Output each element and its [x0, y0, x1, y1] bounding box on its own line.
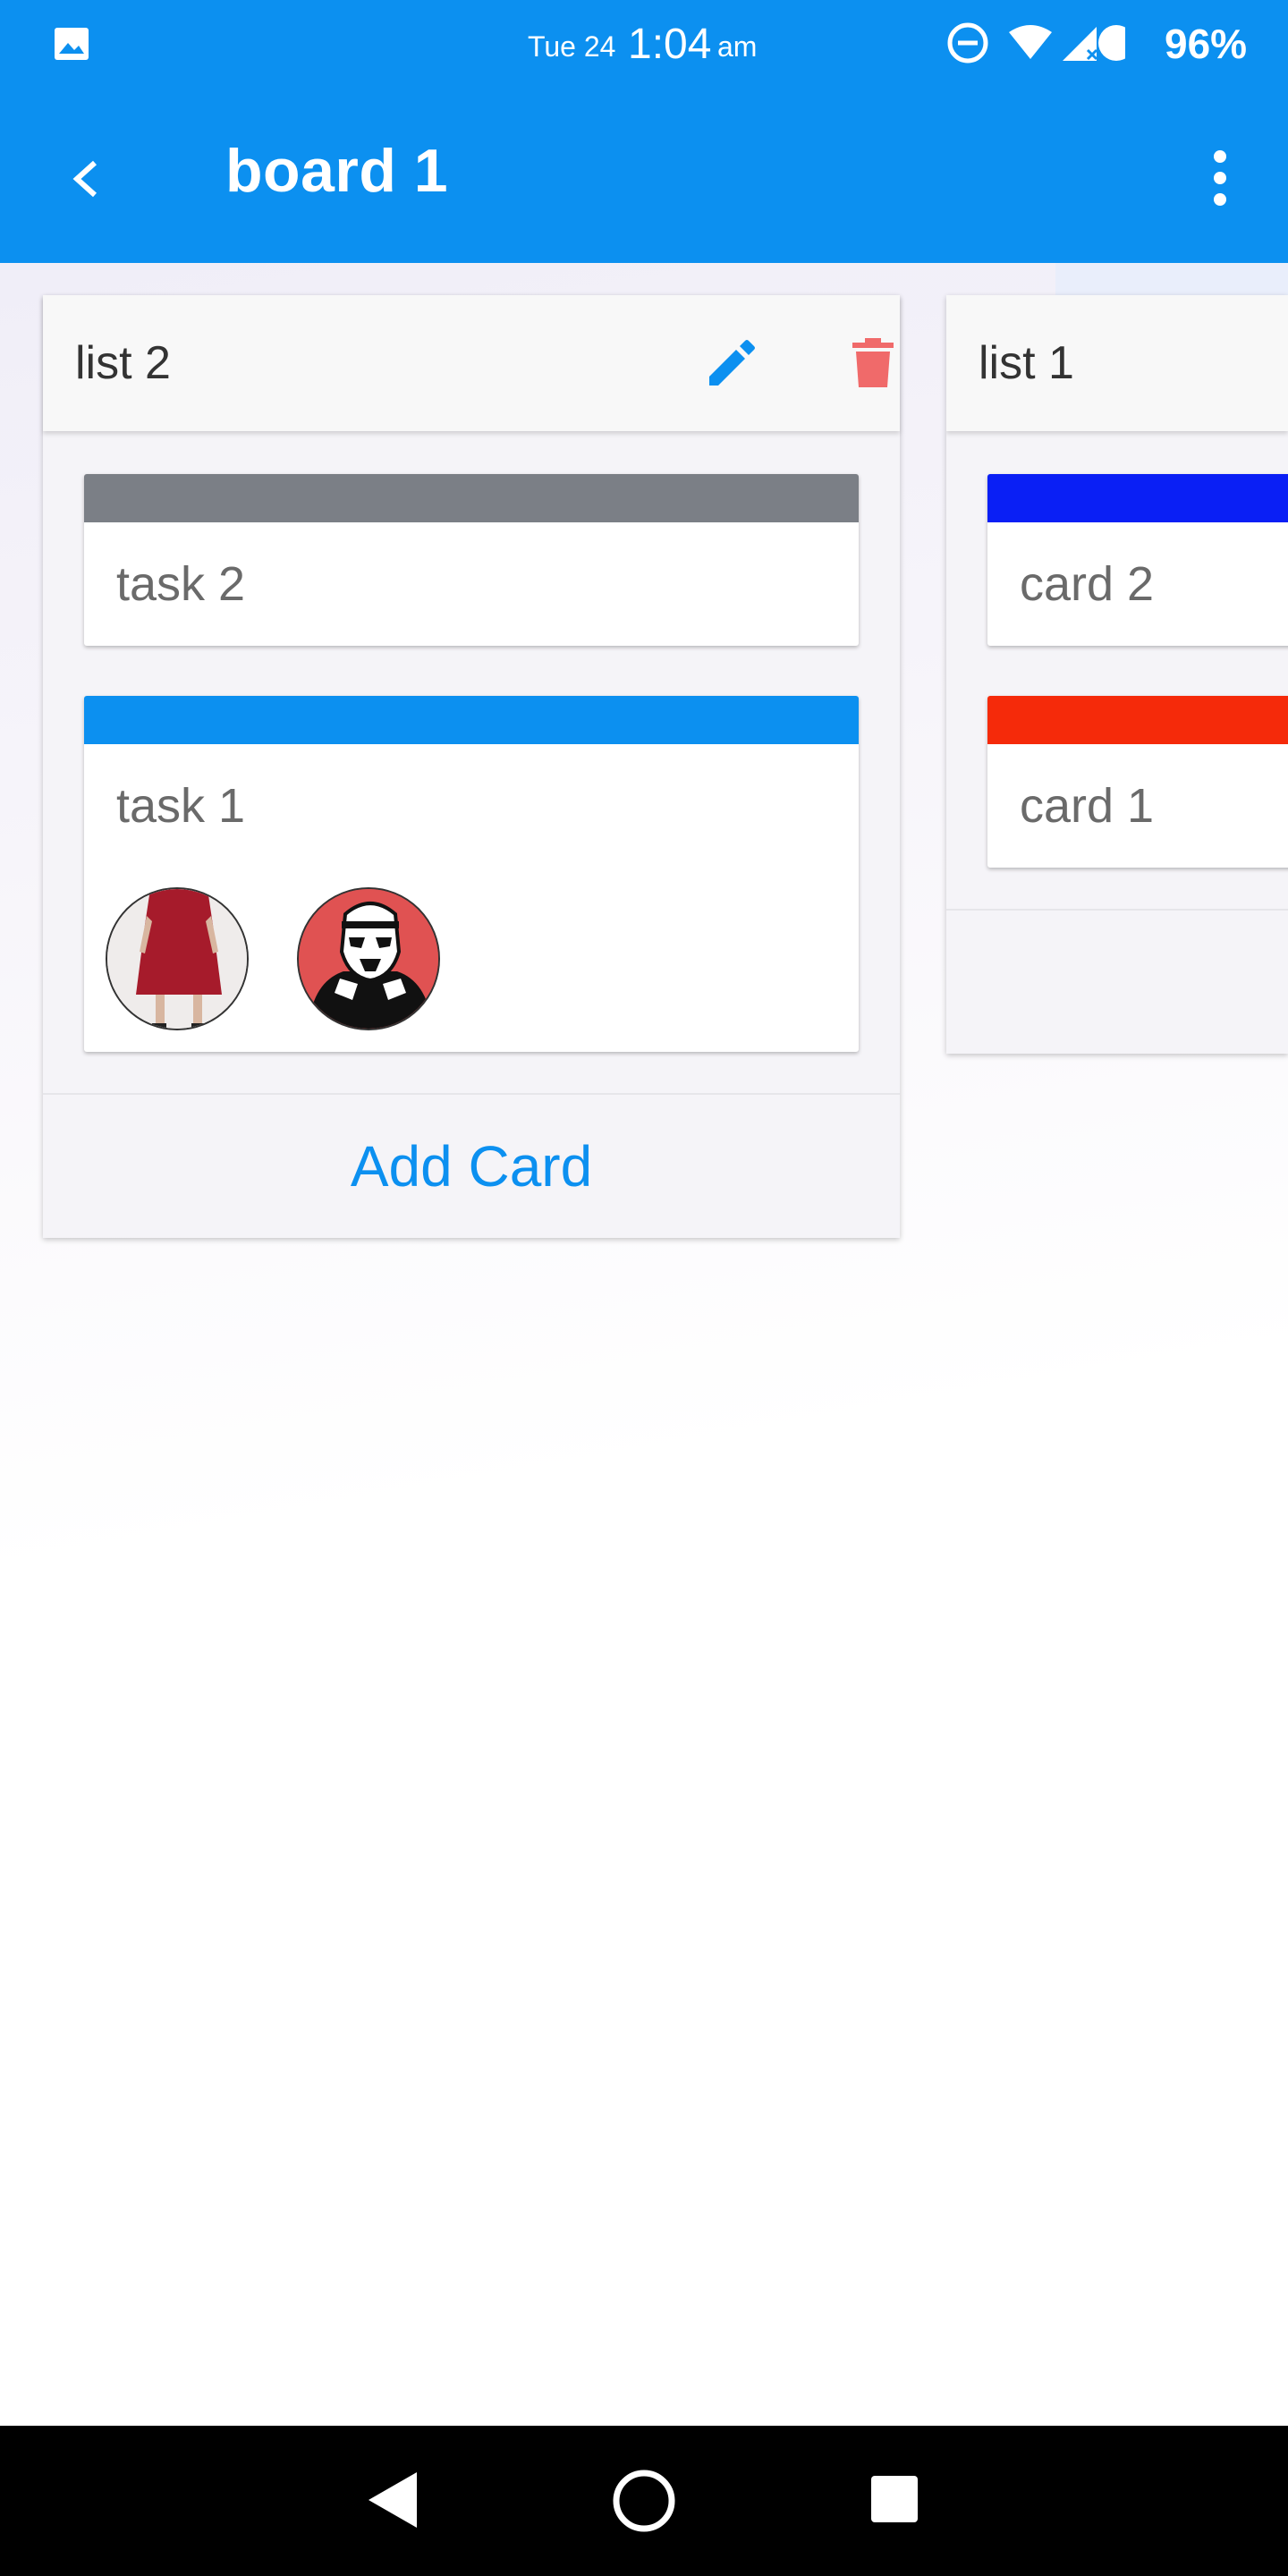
card-color-label — [84, 696, 859, 744]
list-title: list 1 — [979, 337, 1074, 389]
card[interactable]: task 2 — [84, 474, 859, 646]
avatar-stormtrooper-image — [299, 889, 438, 1029]
back-button[interactable] — [50, 143, 122, 215]
status-ampm: am — [717, 30, 758, 63]
gallery-icon — [55, 28, 89, 60]
avatar-red-dress-image — [107, 889, 247, 1029]
delete-list-button[interactable] — [837, 327, 909, 399]
add-card-button[interactable] — [946, 909, 1288, 1054]
card[interactable]: card 1 — [987, 696, 1288, 868]
signal-icon — [1063, 27, 1098, 61]
dnd-icon — [947, 22, 988, 64]
card-title: card 2 — [1020, 557, 1155, 611]
card[interactable]: task 1 — [84, 696, 859, 1052]
card-color-label — [987, 474, 1288, 522]
battery-icon — [1098, 25, 1125, 61]
add-card-label: Add Card — [350, 1134, 593, 1199]
battery-percentage: 96% — [1165, 21, 1248, 67]
list-column: list 2 task 2 task 1 Add Card — [43, 295, 900, 1238]
card-title: card 1 — [1020, 779, 1155, 833]
member-avatar-stormtrooper[interactable] — [297, 887, 440, 1030]
wifi-icon — [1009, 25, 1052, 59]
card-color-label — [84, 474, 859, 522]
edit-list-button[interactable] — [696, 327, 767, 399]
nav-home-icon[interactable] — [608, 2465, 680, 2537]
nav-back-icon[interactable] — [361, 2469, 424, 2531]
trash-icon — [852, 338, 894, 387]
card[interactable]: card 2 — [987, 474, 1288, 646]
board-title: board 1 — [225, 137, 449, 205]
pencil-icon — [709, 340, 755, 386]
list-header: list 2 — [43, 295, 900, 431]
nav-recents-icon[interactable] — [869, 2474, 919, 2524]
card-title: task 2 — [116, 557, 246, 611]
app-bar: board 1 — [0, 89, 1288, 263]
card-color-label — [987, 696, 1288, 744]
list-title: list 2 — [75, 337, 171, 389]
list-column: list 1 card 2 card 1 — [946, 295, 1288, 1054]
member-avatar-red-dress[interactable] — [106, 887, 249, 1030]
status-time: 1:04 — [628, 21, 712, 68]
status-icons — [947, 22, 1125, 64]
card-title: task 1 — [116, 779, 246, 833]
add-card-button[interactable]: Add Card — [43, 1093, 900, 1238]
navigation-bar — [0, 2426, 1288, 2576]
back-arrow-icon — [72, 160, 97, 198]
list-header: list 1 — [946, 295, 1288, 431]
status-bar: Tue 24 1:04 am 96% — [0, 0, 1288, 89]
more-vert-icon — [1214, 150, 1226, 206]
overflow-menu-button[interactable] — [1184, 138, 1256, 218]
status-date: Tue 24 — [528, 30, 616, 63]
